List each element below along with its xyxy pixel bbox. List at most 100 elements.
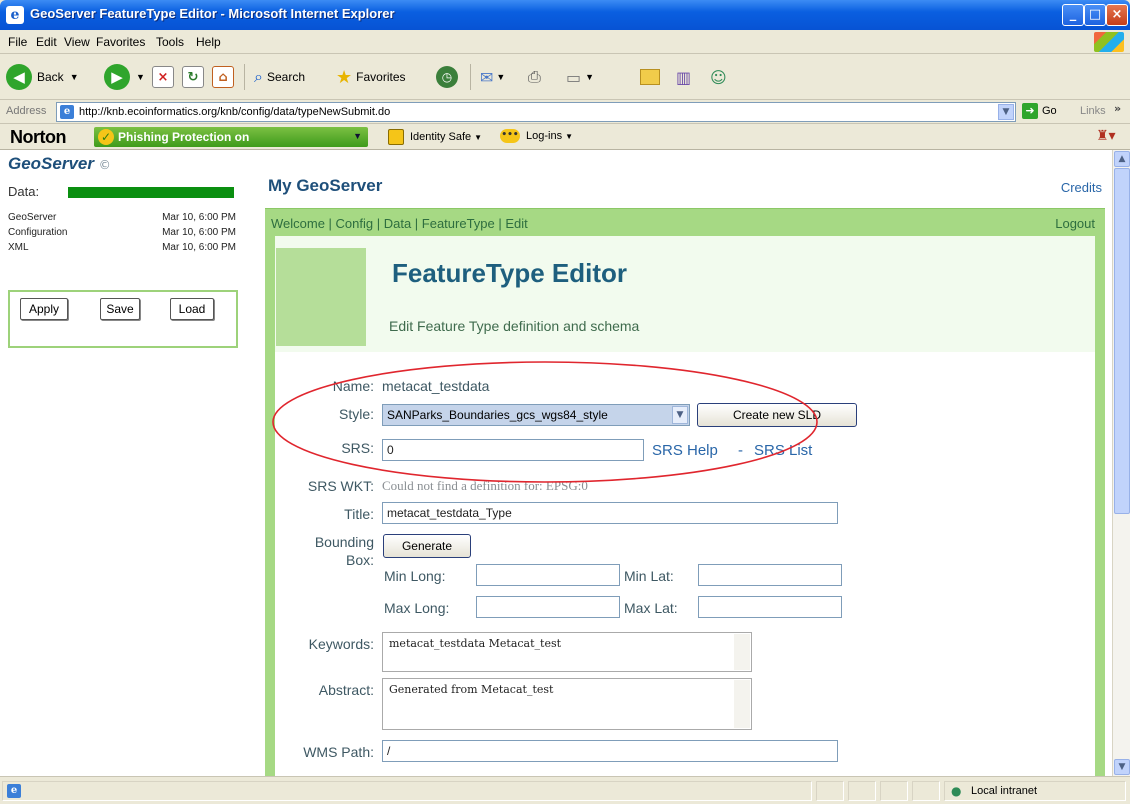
search-button[interactable]: ⌕ Search — [254, 62, 305, 92]
min-long-input[interactable] — [476, 564, 620, 586]
maximize-button[interactable]: □ — [1084, 4, 1106, 26]
window-title: GeoServer FeatureType Editor - Microsoft… — [30, 6, 395, 21]
status-row-date: Mar 10, 6:00 PM — [162, 212, 236, 223]
status-message-cell: e — [2, 781, 812, 801]
breadcrumb[interactable]: Welcome | Config | Data | FeatureType | … — [271, 216, 528, 231]
refresh-button[interactable]: ↻ — [182, 62, 204, 92]
keywords-value: metacat_testdata Metacat_test — [389, 637, 562, 650]
abstract-textarea[interactable]: Generated from Metacat_test — [382, 678, 752, 730]
status-row-xml: XML Mar 10, 6:00 PM — [8, 242, 236, 253]
identity-safe-button[interactable]: Identity Safe ▼ — [388, 129, 482, 145]
forward-button[interactable]: ▶ ▼ — [104, 62, 145, 92]
history-button[interactable]: ◷ — [436, 62, 458, 92]
forward-dropdown-icon[interactable]: ▼ — [136, 72, 145, 82]
zone-cell: ● Local intranet — [944, 781, 1126, 801]
phishing-protection-status[interactable]: ✓ Phishing Protection on ▼ — [94, 127, 368, 147]
generate-button[interactable]: Generate — [383, 534, 471, 558]
abstract-value: Generated from Metacat_test — [389, 683, 554, 696]
menu-tools[interactable]: Tools — [156, 35, 184, 49]
address-dropdown-icon[interactable]: ▼ — [998, 104, 1014, 120]
windows-logo-icon — [1094, 32, 1124, 52]
min-lat-input[interactable] — [698, 564, 842, 586]
messenger-icon: ☺ — [710, 67, 727, 87]
favorites-label: Favorites — [356, 70, 406, 84]
phishing-dropdown-icon[interactable]: ▼ — [353, 131, 362, 141]
max-lat-input[interactable] — [698, 596, 842, 618]
stop-button[interactable]: × — [152, 62, 174, 92]
logins-label: Log-ins — [526, 130, 563, 142]
history-icon: ◷ — [436, 66, 458, 88]
header-graphic — [276, 248, 366, 346]
go-arrow-icon: ➜ — [1022, 103, 1038, 119]
apply-button[interactable]: Apply — [20, 298, 68, 320]
favorites-star-icon: ★ — [336, 66, 353, 88]
menu-favorites[interactable]: Favorites — [96, 35, 145, 49]
print-icon: ⎙ — [528, 67, 541, 86]
save-button[interactable]: Save — [100, 298, 140, 320]
links-chevron-icon[interactable]: » — [1114, 102, 1121, 115]
research-icon: ▥ — [676, 67, 692, 87]
copyright-icon: © — [98, 158, 111, 172]
mail-button[interactable]: ✉ ▼ — [480, 62, 505, 92]
keywords-label: Keywords: — [308, 636, 374, 652]
identity-dropdown-icon: ▼ — [474, 132, 483, 142]
keywords-textarea[interactable]: metacat_testdata Metacat_test — [382, 632, 752, 672]
scroll-thumb[interactable] — [1114, 168, 1130, 514]
address-bar: Address e http://knb.ecoinformatics.org/… — [0, 100, 1130, 124]
menu-view[interactable]: View — [64, 35, 90, 49]
stop-icon: × — [152, 66, 174, 88]
print-button[interactable]: ⎙ — [528, 62, 541, 92]
favorites-button[interactable]: ★ Favorites — [336, 62, 406, 92]
abstract-scrollbar[interactable] — [734, 680, 750, 728]
credits-link[interactable]: Credits — [1061, 180, 1102, 195]
back-dropdown-icon[interactable]: ▼ — [70, 72, 79, 82]
edit-page-icon: ▭ — [566, 67, 582, 87]
geoserver-logo[interactable]: GeoServer © — [8, 154, 111, 174]
edit-page-button[interactable]: ▭ ▼ — [566, 62, 594, 92]
logins-dropdown-icon: ▼ — [565, 131, 573, 141]
close-button[interactable]: × — [1106, 4, 1128, 26]
title-label: Title: — [344, 506, 374, 522]
edit-dropdown-icon[interactable]: ▼ — [585, 72, 594, 82]
scroll-down-icon[interactable]: ▼ — [1114, 759, 1130, 775]
page-viewport: GeoServer © Data: GeoServer Mar 10, 6:00… — [0, 150, 1112, 776]
status-row-name: XML — [8, 242, 29, 253]
back-arrow-icon: ◀ — [6, 64, 32, 90]
folder-icon — [640, 69, 660, 85]
window-titlebar: e GeoServer FeatureType Editor - Microso… — [0, 0, 1130, 30]
links-label[interactable]: Links — [1080, 105, 1106, 117]
keywords-scrollbar[interactable] — [734, 634, 750, 670]
menu-file[interactable]: File — [8, 35, 27, 49]
sidebar-actions-box: Apply Save Load — [8, 290, 238, 348]
status-row-name: Configuration — [8, 227, 68, 238]
minimize-button[interactable]: _ — [1062, 4, 1084, 26]
menu-bar: File Edit View Favorites Tools Help — [0, 30, 1130, 54]
checkmark-icon: ✓ — [98, 129, 114, 145]
title-input[interactable]: metacat_testdata_Type — [382, 502, 838, 524]
messenger-button[interactable]: ☺ — [710, 62, 727, 92]
bounding-label: Bounding — [314, 534, 374, 550]
menu-edit[interactable]: Edit — [36, 35, 57, 49]
logins-button[interactable]: ••• Log-ins ▼ — [500, 129, 573, 143]
page-title: My GeoServer — [268, 176, 383, 195]
research-button[interactable]: ▥ — [676, 62, 691, 92]
wms-path-input[interactable]: / — [382, 740, 838, 762]
home-icon: ⌂ — [212, 66, 234, 88]
scroll-up-icon[interactable]: ▲ — [1114, 151, 1130, 167]
load-button[interactable]: Load — [170, 298, 214, 320]
status-bar: e ● Local intranet — [0, 776, 1130, 804]
back-button[interactable]: ◀ Back ▼ — [6, 62, 79, 92]
translate-icon[interactable]: ♜▾ — [1096, 128, 1116, 144]
mail-icon: ✉ — [480, 67, 494, 87]
go-button[interactable]: ➜ Go — [1022, 103, 1057, 119]
mail-dropdown-icon[interactable]: ▼ — [496, 72, 505, 82]
page-scrollbar[interactable]: ▲ ▼ — [1112, 150, 1130, 776]
logout-link[interactable]: Logout — [1055, 216, 1095, 231]
max-long-input[interactable] — [476, 596, 620, 618]
menu-help[interactable]: Help — [196, 35, 221, 49]
folder-button[interactable] — [640, 62, 660, 92]
home-button[interactable]: ⌂ — [212, 62, 234, 92]
address-input[interactable]: e http://knb.ecoinformatics.org/knb/conf… — [56, 102, 1016, 122]
editor-heading: FeatureType Editor — [392, 258, 628, 288]
annotation-ellipse — [272, 361, 818, 483]
